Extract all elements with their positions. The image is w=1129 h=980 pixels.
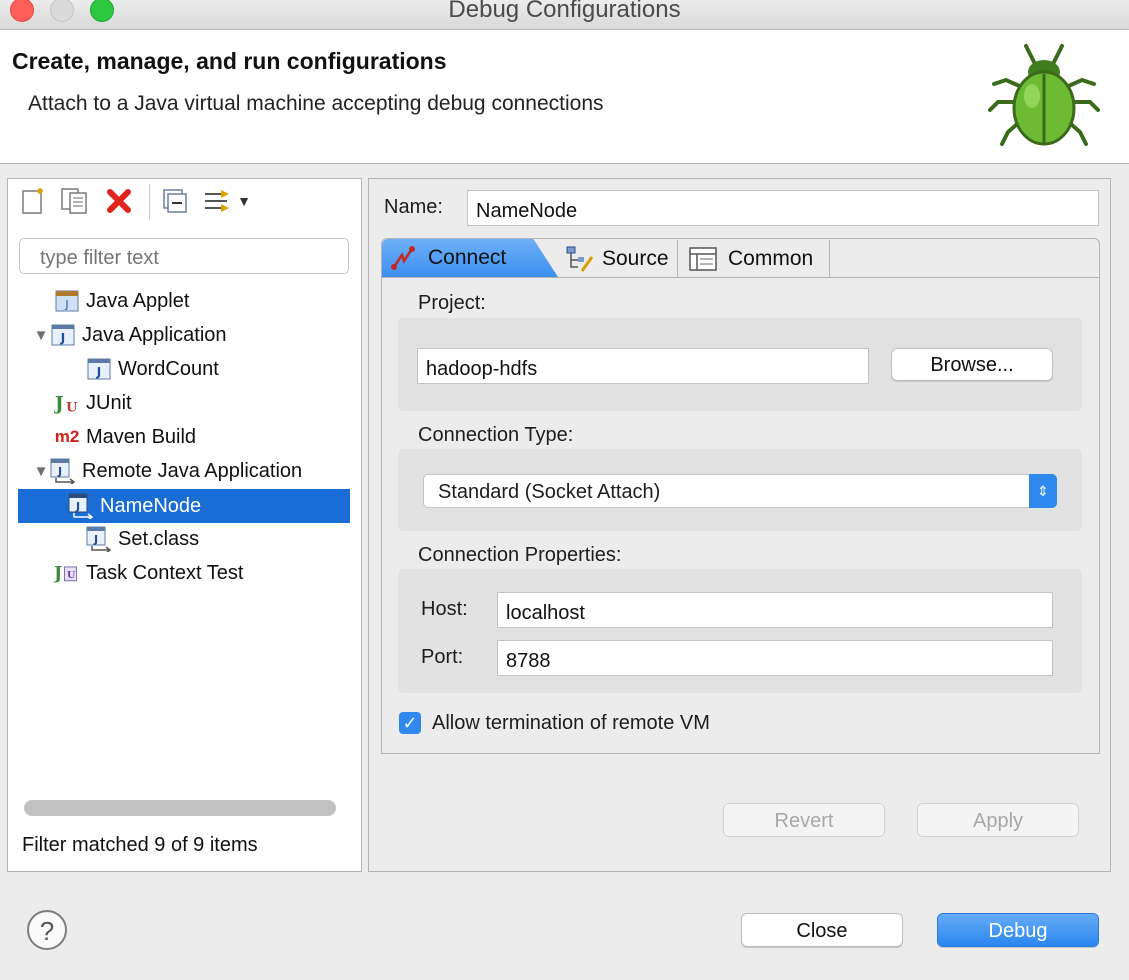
close-button[interactable]: Close bbox=[741, 913, 903, 947]
java-app-icon: J bbox=[86, 356, 112, 382]
tree-item-label: WordCount bbox=[118, 357, 219, 380]
chevron-down-icon: ▼ bbox=[237, 193, 251, 209]
help-icon[interactable]: ? bbox=[27, 910, 67, 950]
title-bar: Debug Configurations bbox=[0, 0, 1129, 30]
filter-icon bbox=[205, 190, 230, 212]
connection-type-value: Standard (Socket Attach) bbox=[438, 481, 661, 503]
allow-termination-checkbox[interactable]: ✓ bbox=[399, 712, 421, 734]
tree-item-junit[interactable]: JU JUnit bbox=[36, 386, 350, 420]
connection-properties-label: Connection Properties: bbox=[418, 544, 622, 566]
tab-label: Common bbox=[728, 247, 814, 270]
new-config-button[interactable] bbox=[18, 184, 48, 218]
tab-label: Source bbox=[602, 247, 669, 270]
svg-text:J: J bbox=[75, 500, 80, 513]
source-icon bbox=[566, 246, 594, 272]
tab-connect[interactable]: Connect bbox=[382, 239, 558, 277]
port-label: Port: bbox=[421, 646, 464, 668]
tree-item-label: Set.class bbox=[118, 527, 200, 550]
toolbar-separator bbox=[149, 184, 150, 220]
allow-termination-label: Allow termination of remote VM bbox=[432, 712, 710, 734]
checkmark-icon: ✓ bbox=[402, 712, 418, 733]
filter-menu-button[interactable]: ▼ bbox=[200, 184, 254, 218]
name-field[interactable] bbox=[467, 190, 1099, 226]
bug-icon bbox=[988, 44, 1100, 146]
svg-text:J: J bbox=[96, 365, 101, 379]
java-app-icon: J bbox=[50, 322, 76, 348]
connection-type-select[interactable]: Standard (Socket Attach) ⇕ bbox=[423, 474, 1057, 508]
svg-text:U: U bbox=[66, 400, 78, 415]
tree-item-label: NameNode bbox=[100, 494, 202, 517]
expand-arrow-icon[interactable]: ▼ bbox=[32, 463, 50, 480]
filter-input[interactable] bbox=[19, 238, 349, 274]
new-config-icon bbox=[22, 188, 43, 214]
tree-item-label: Remote Java Application bbox=[82, 459, 303, 482]
tree-item-label: Maven Build bbox=[86, 425, 197, 448]
name-label: Name: bbox=[384, 196, 443, 218]
browse-button[interactable]: Browse... bbox=[891, 348, 1053, 381]
remote-java-icon: J bbox=[68, 493, 94, 519]
expand-arrow-icon[interactable]: ▼ bbox=[32, 327, 50, 344]
apply-button[interactable]: Apply bbox=[917, 803, 1079, 837]
svg-text:J: J bbox=[64, 298, 68, 311]
delete-button[interactable] bbox=[104, 184, 134, 218]
revert-button[interactable]: Revert bbox=[723, 803, 885, 837]
connect-icon bbox=[391, 246, 415, 270]
host-label: Host: bbox=[421, 598, 468, 620]
horizontal-scrollbar[interactable] bbox=[24, 800, 336, 816]
collapse-all-icon bbox=[163, 189, 187, 213]
tree-item-remote-java-application[interactable]: ▼ J Remote Java Application bbox=[32, 454, 350, 488]
port-field[interactable] bbox=[497, 640, 1053, 676]
tree-item-label: Task Context Test bbox=[86, 561, 244, 584]
duplicate-button[interactable] bbox=[58, 184, 92, 218]
tab-label: Connect bbox=[428, 246, 507, 269]
tree-item-task-context-test[interactable]: JU Task Context Test bbox=[36, 556, 350, 590]
host-field[interactable] bbox=[497, 592, 1053, 628]
remote-java-icon: J bbox=[50, 458, 76, 484]
duplicate-icon bbox=[61, 188, 87, 214]
header-subtitle: Attach to a Java virtual machine accepti… bbox=[28, 92, 604, 115]
junit-icon: JU bbox=[54, 390, 80, 416]
tree-item-label: Java Application bbox=[82, 323, 227, 346]
tab-divider bbox=[382, 277, 1099, 278]
java-applet-icon: J bbox=[54, 288, 80, 314]
filter-status: Filter matched 9 of 9 items bbox=[22, 834, 258, 856]
svg-text:J: J bbox=[54, 564, 62, 584]
tree-item-set-class[interactable]: J Set.class bbox=[68, 522, 350, 556]
maven-icon: m2 bbox=[54, 427, 80, 446]
svg-text:J: J bbox=[60, 331, 65, 345]
updown-chevron-icon: ⇕ bbox=[1029, 474, 1057, 508]
svg-text:J: J bbox=[57, 465, 62, 478]
collapse-all-button[interactable] bbox=[160, 184, 190, 218]
delete-icon bbox=[107, 189, 131, 213]
tree-item-java-applet[interactable]: J Java Applet bbox=[36, 284, 350, 318]
tree-item-java-application[interactable]: ▼ J Java Application bbox=[32, 318, 350, 352]
remote-java-icon: J bbox=[86, 526, 112, 552]
window-title: Debug Configurations bbox=[448, 0, 681, 23]
common-icon bbox=[689, 247, 717, 271]
header-title: Create, manage, and run configurations bbox=[12, 48, 447, 74]
tree-item-wordcount[interactable]: J WordCount bbox=[68, 352, 350, 386]
project-field[interactable] bbox=[417, 348, 869, 384]
tree-item-maven-build[interactable]: m2 Maven Build bbox=[36, 420, 350, 454]
tab-common[interactable]: Common bbox=[680, 240, 830, 278]
debug-button[interactable]: Debug bbox=[937, 913, 1099, 947]
svg-text:U: U bbox=[67, 570, 76, 581]
tab-source[interactable]: Source bbox=[556, 240, 678, 278]
project-label: Project: bbox=[418, 292, 486, 314]
tree-item-label: Java Applet bbox=[86, 289, 190, 312]
tree-item-label: JUnit bbox=[86, 391, 132, 414]
task-context-icon: JU bbox=[54, 560, 80, 586]
connection-type-label: Connection Type: bbox=[418, 424, 574, 446]
svg-text:J: J bbox=[93, 533, 98, 546]
svg-text:J: J bbox=[54, 394, 64, 415]
tree-item-namenode[interactable]: J NameNode bbox=[18, 489, 350, 523]
